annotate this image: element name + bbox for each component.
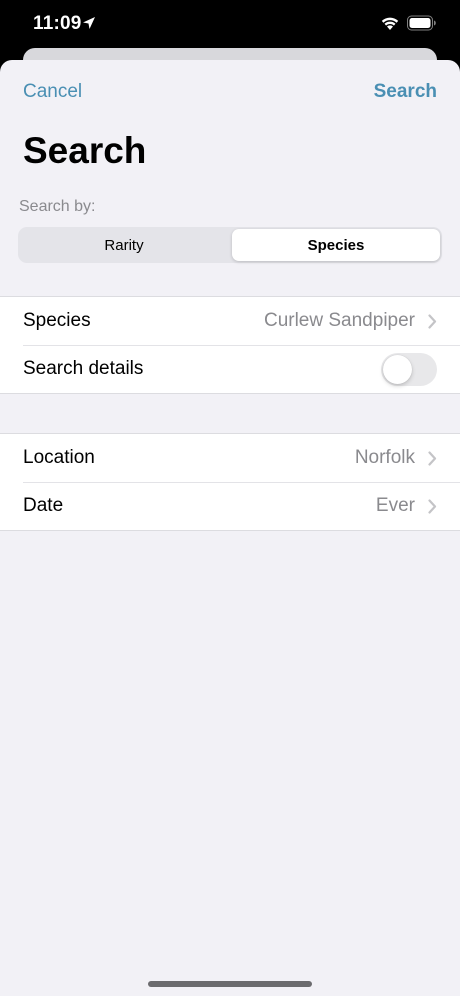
search-details-label: Search details [23, 358, 144, 379]
search-by-segmented-control: Rarity Species [18, 227, 442, 263]
home-indicator [148, 981, 312, 987]
search-sheet: Cancel Search Search Search by: Rarity S… [0, 60, 460, 996]
status-bar: 11:09 [0, 0, 460, 50]
location-value: Norfolk [354, 447, 415, 468]
segment-rarity[interactable]: Rarity [20, 229, 228, 261]
cancel-button[interactable]: Cancel [23, 81, 82, 103]
wifi-icon [380, 15, 400, 36]
toggle-knob [383, 355, 412, 384]
date-value: Ever [375, 495, 415, 516]
species-label: Species [23, 310, 91, 331]
date-label: Date [23, 495, 64, 516]
species-value: Curlew Sandpiper [263, 310, 415, 331]
chevron-right-icon [428, 314, 437, 334]
page-title: Search [23, 130, 147, 171]
battery-icon [407, 15, 437, 36]
search-details-toggle[interactable] [381, 353, 437, 386]
location-row[interactable]: Location Norfolk [0, 434, 460, 482]
chevron-right-icon [428, 451, 437, 471]
search-button[interactable]: Search [374, 81, 437, 103]
search-by-label: Search by: [19, 198, 96, 215]
location-arrow-icon [82, 16, 96, 35]
chevron-right-icon [428, 499, 437, 519]
species-row[interactable]: Species Curlew Sandpiper [0, 297, 460, 345]
segment-species[interactable]: Species [232, 229, 440, 261]
filters-group: Location Norfolk Date Ever [0, 433, 460, 531]
status-time: 11:09 [33, 13, 82, 34]
date-row[interactable]: Date Ever [0, 482, 460, 530]
species-group: Species Curlew Sandpiper Search details [0, 296, 460, 394]
search-details-row: Search details [0, 345, 460, 393]
location-label: Location [23, 447, 95, 468]
